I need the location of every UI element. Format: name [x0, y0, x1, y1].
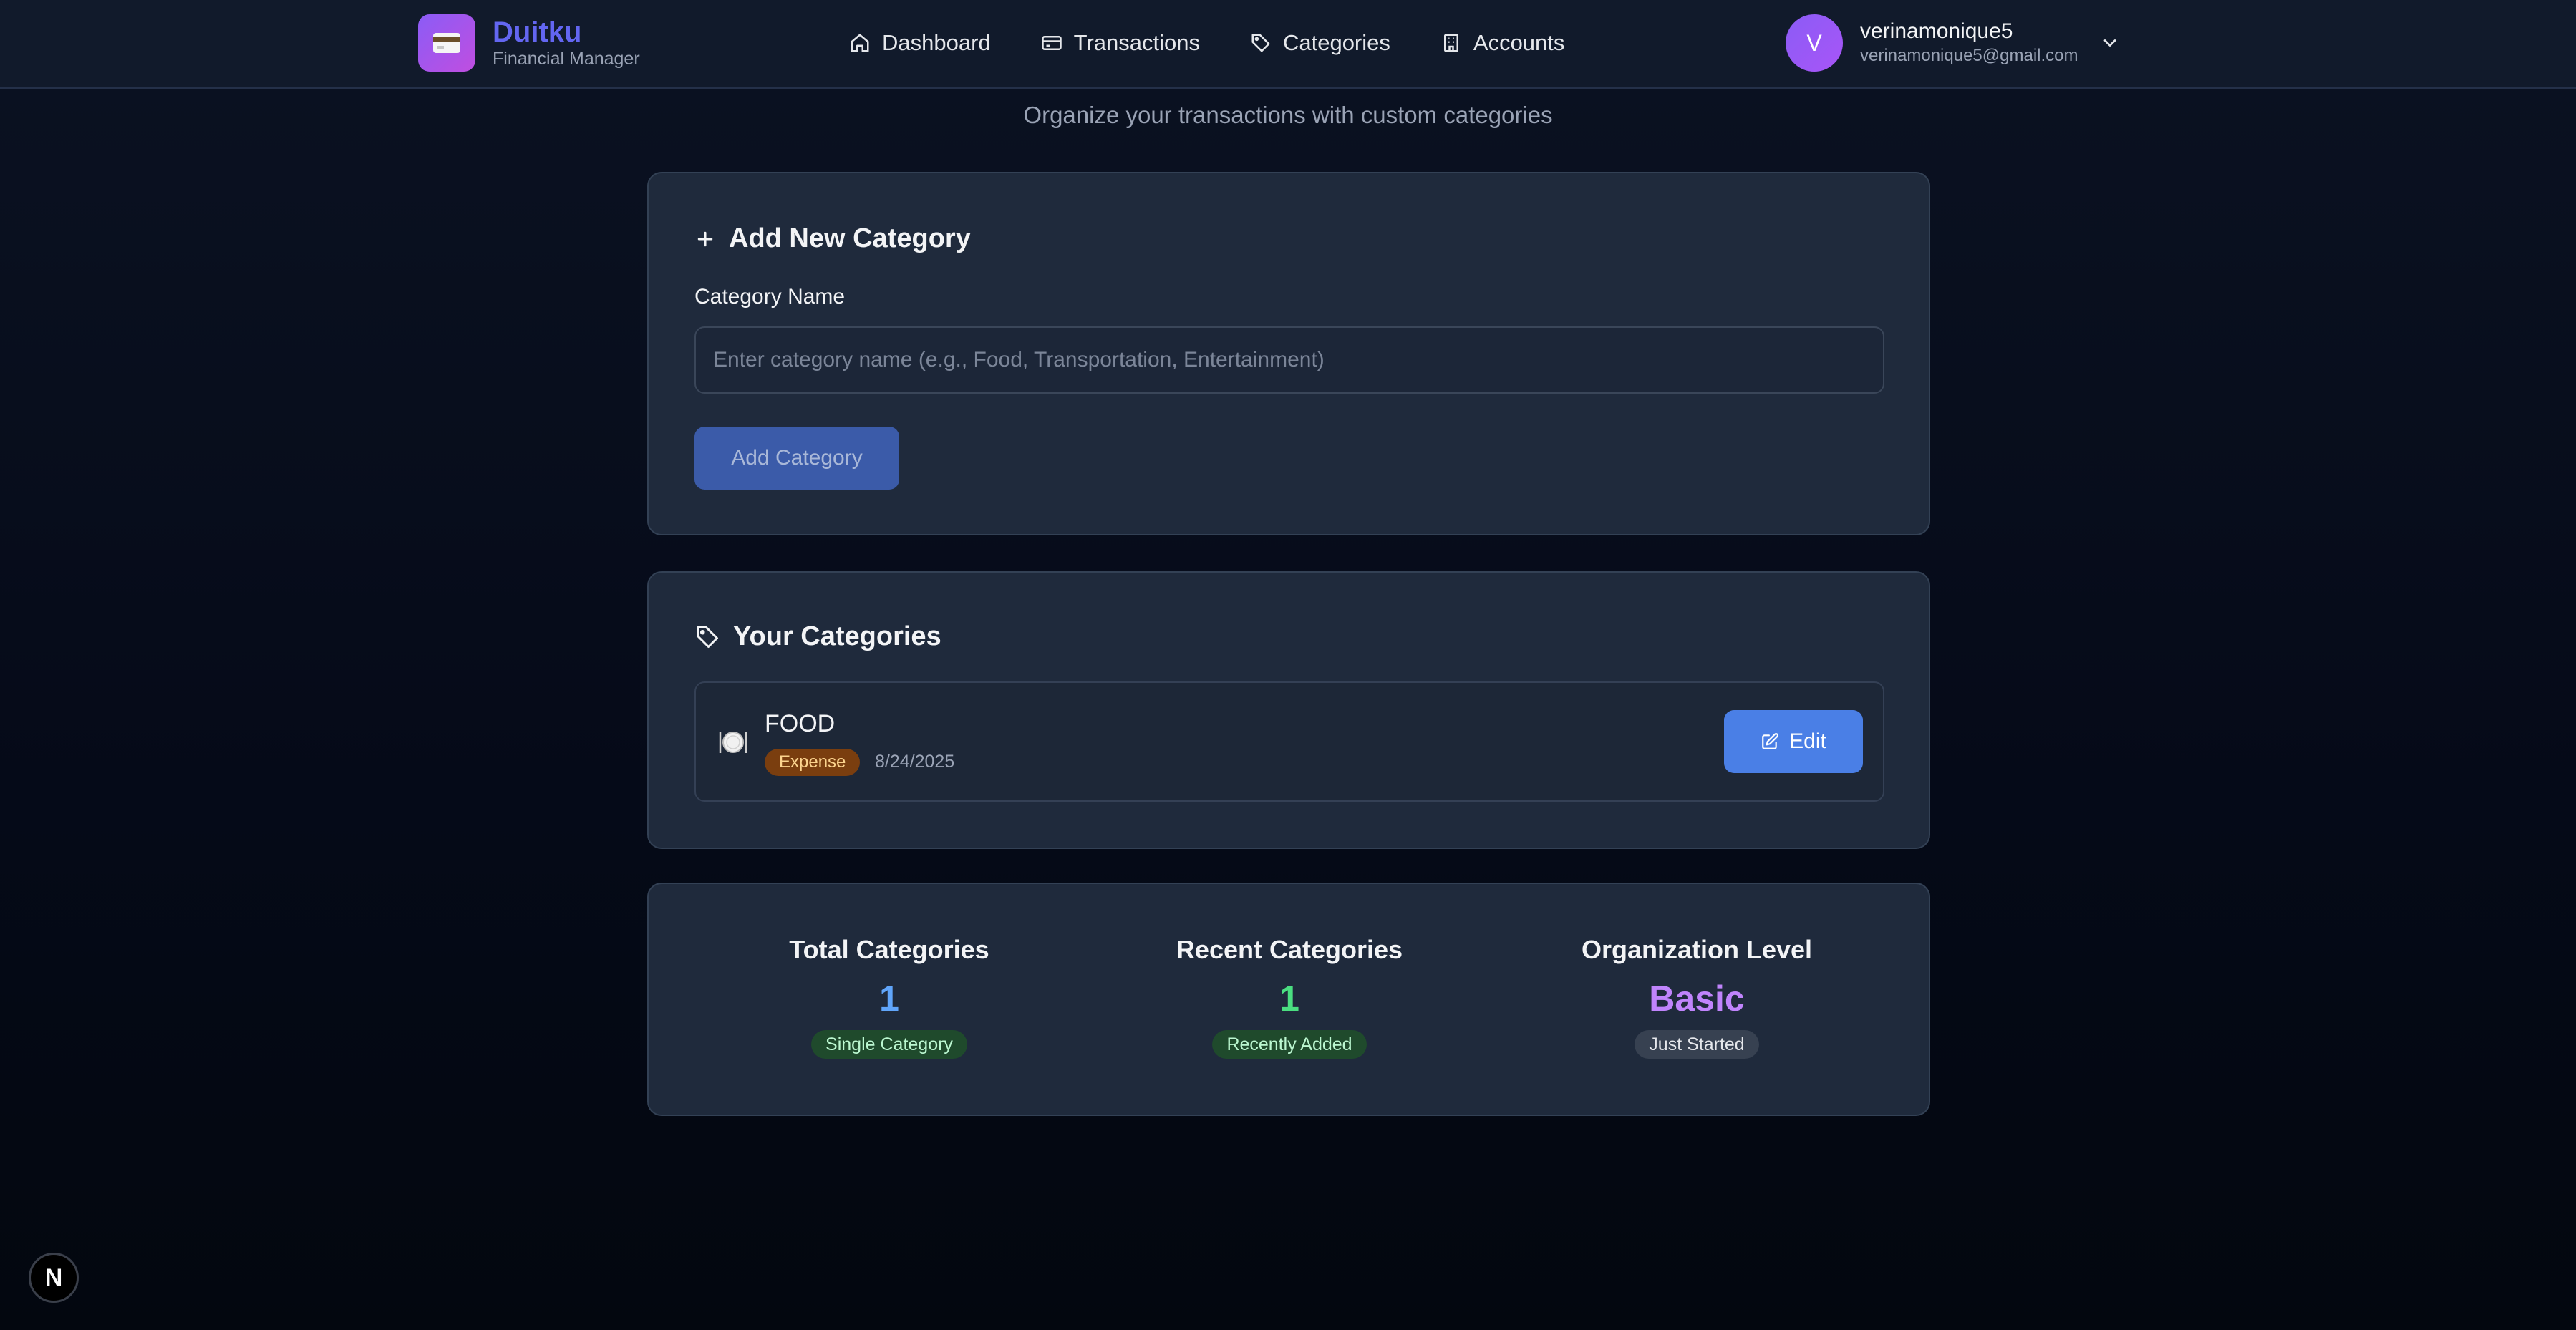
nav-accounts-label: Accounts [1473, 30, 1565, 55]
categories-card: Your Categories FOOD Expense 8/24/2025 E… [647, 571, 1930, 849]
stat-badge: Single Category [811, 1030, 967, 1059]
stat-label: Recent Categories [1176, 935, 1403, 964]
nav-categories-label: Categories [1282, 30, 1390, 55]
avatar: V [1786, 14, 1843, 72]
user-email: verinamonique5@gmail.com [1860, 46, 2078, 65]
nav-categories[interactable]: Categories [1250, 24, 1390, 62]
nav-accounts[interactable]: Accounts [1440, 24, 1565, 62]
page-subtitle: Organize your transactions with custom c… [1023, 102, 1553, 128]
stat-badge: Just Started [1635, 1030, 1759, 1059]
stat-value: Basic [1649, 979, 1745, 1019]
next-dev-tools-button[interactable]: N [29, 1253, 79, 1303]
stat-badge: Recently Added [1212, 1030, 1367, 1059]
plus-icon [697, 231, 713, 246]
main-nav: Dashboard Transactions Categories Accoun… [849, 24, 1614, 62]
card-icon [1041, 36, 1062, 50]
categories-title-text: Your Categories [733, 621, 941, 651]
nav-dashboard-label: Dashboard [882, 30, 991, 55]
nav-dashboard[interactable]: Dashboard [849, 24, 991, 62]
stat-label: Organization Level [1581, 935, 1813, 964]
tag-icon [697, 626, 718, 648]
category-name: FOOD [765, 710, 836, 737]
brand-name: Duitku [493, 16, 582, 48]
brand-subtitle: Financial Manager [493, 49, 640, 69]
stat-value: 1 [1279, 979, 1299, 1019]
stat-label: Total Categories [789, 935, 989, 964]
nav-transactions-label: Transactions [1073, 30, 1200, 55]
stat-recent-categories: Recent Categories 1 Recently Added [1089, 934, 1490, 1059]
add-category-card: Add New Category Category Name Add Categ… [647, 172, 1930, 535]
stats-card: Total Categories 1 Single Category Recen… [647, 883, 1930, 1116]
edit-label: Edit [1789, 729, 1826, 753]
stat-total-categories: Total Categories 1 Single Category [689, 934, 1090, 1059]
user-menu[interactable]: V verinamonique5 verinamonique5@gmail.co… [1786, 14, 2120, 72]
edit-category-button[interactable]: Edit [1724, 710, 1863, 773]
top-navbar: Duitku Financial Manager Dashboard Trans… [0, 0, 2576, 89]
nav-transactions[interactable]: Transactions [1041, 24, 1200, 62]
list-item: FOOD Expense 8/24/2025 Edit [694, 681, 1884, 802]
stat-organization-level: Organization Level Basic Just Started [1496, 934, 1897, 1059]
wallet-card-icon [418, 14, 475, 72]
stat-value: 1 [879, 979, 899, 1019]
edit-icon [1762, 733, 1779, 749]
brand[interactable]: Duitku Financial Manager [418, 14, 640, 72]
chevron-down-icon[interactable] [2100, 33, 2120, 53]
add-category-title-text: Add New Category [729, 223, 971, 253]
category-name-label: Category Name [694, 285, 846, 309]
tag-icon [1251, 34, 1270, 52]
category-type-badge: Expense [765, 749, 861, 776]
building-icon [1443, 34, 1458, 52]
add-category-title: Add New Category [694, 223, 971, 254]
category-name-input[interactable] [694, 326, 1884, 394]
add-category-button[interactable]: Add Category [694, 427, 899, 490]
plate-icon [717, 727, 749, 759]
home-icon [851, 34, 869, 52]
category-date: 8/24/2025 [875, 752, 955, 772]
categories-title: Your Categories [694, 621, 941, 652]
user-name: verinamonique5 [1860, 19, 2013, 43]
